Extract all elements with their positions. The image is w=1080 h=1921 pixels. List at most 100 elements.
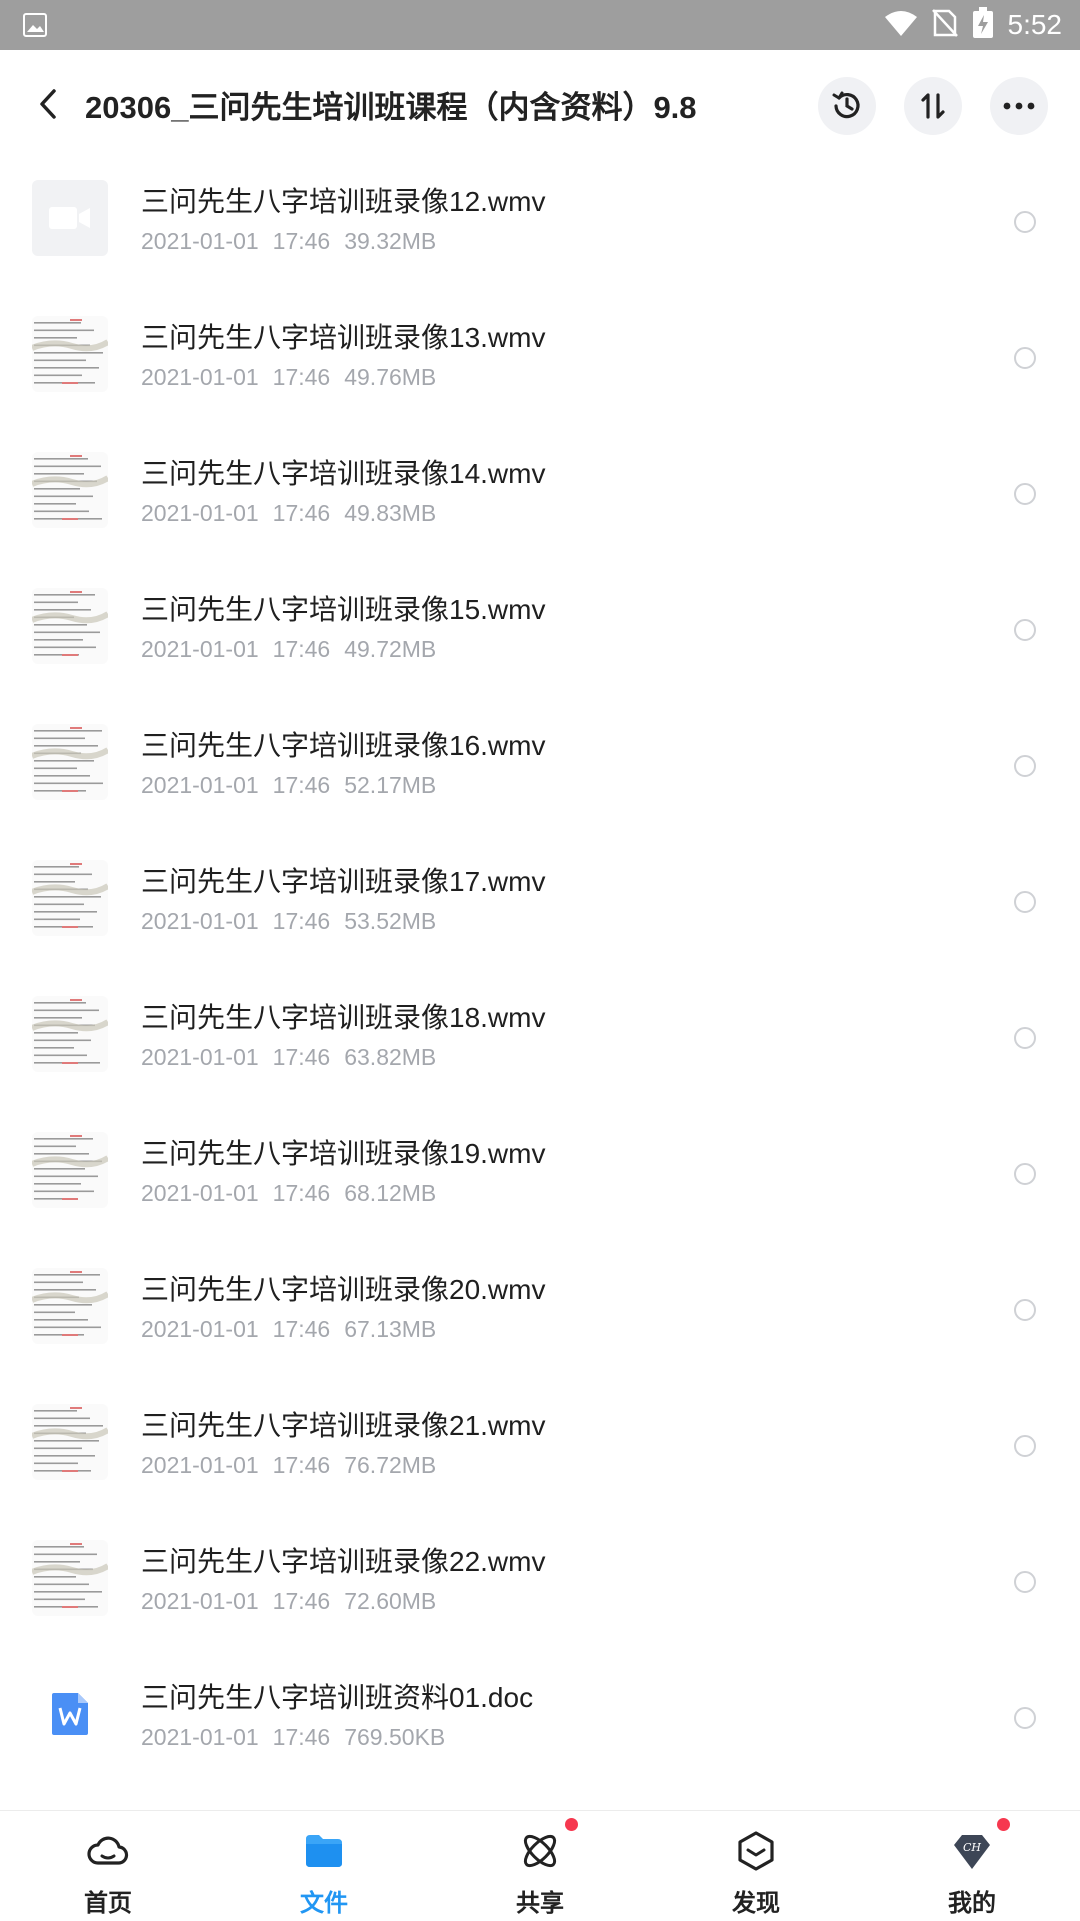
back-button[interactable] [28,80,68,128]
file-meta: 2021-01-01 17:46 52.17MB [141,772,450,799]
file-date: 2021-01-01 [141,500,259,526]
file-date: 2021-01-01 [141,1044,259,1070]
share-atom-icon [523,1834,557,1868]
select-checkbox[interactable] [1014,1163,1036,1185]
document-scan-thumbnail [32,452,108,528]
file-size: 53.52MB [344,908,437,934]
nav-home-label: 首页 [84,1890,132,1917]
file-row[interactable]: 三问先生八字培训班资料01.doc 2021-01-01 17:46 769.50KB [0,1654,1080,1790]
file-row[interactable]: 三问先生八字培训班录像22.wmv 2021-01-01 17:46 72.60MB [0,1518,1080,1654]
file-row[interactable]: 三问先生八字培训班录像21.wmv 2021-01-01 17:46 76.72MB [0,1382,1080,1518]
video-placeholder-icon [32,180,108,256]
share-badge [565,1818,578,1831]
file-date: 2021-01-01 [141,1452,259,1478]
status-bar: 5:52 [0,0,1080,50]
file-name: 三问先生八字培训班录像14.wmv [141,458,546,489]
file-name: 三问先生八字培训班录像21.wmv [141,1410,546,1441]
select-checkbox[interactable] [1014,891,1036,913]
battery-charging-icon [972,6,994,44]
profile-diamond-icon: CH [954,1835,990,1869]
nav-share-label: 共享 [516,1890,564,1917]
file-name: 三问先生八字培训班录像22.wmv [141,1546,546,1577]
sort-button[interactable] [904,77,962,135]
file-row[interactable]: 三问先生八字培训班录像13.wmv 2021-01-01 17:46 49.76MB [0,294,1080,430]
file-size: 769.50KB [344,1724,446,1750]
nav-profile[interactable]: CH 我的 [864,1811,1080,1921]
nav-discover-label: 发现 [732,1890,780,1917]
file-meta: 2021-01-01 17:46 39.32MB [141,228,450,255]
file-size: 49.76MB [344,364,437,390]
document-scan-thumbnail [32,316,108,392]
file-name: 三问先生八字培训班录像13.wmv [141,322,546,353]
file-date: 2021-01-01 [141,1316,259,1342]
file-meta: 2021-01-01 17:46 63.82MB [141,1044,450,1071]
file-row[interactable]: 三问先生八字培训班录像15.wmv 2021-01-01 17:46 49.72MB [0,566,1080,702]
file-name: 三问先生八字培训班录像12.wmv [141,186,546,217]
file-size: 76.72MB [344,1452,437,1478]
select-checkbox[interactable] [1014,1027,1036,1049]
select-checkbox[interactable] [1014,1299,1036,1321]
document-scan-thumbnail [32,588,108,664]
file-size: 67.13MB [344,1316,437,1342]
file-date: 2021-01-01 [141,908,259,934]
file-name: 三问先生八字培训班录像20.wmv [141,1274,546,1305]
select-checkbox[interactable] [1014,755,1036,777]
file-row[interactable]: 三问先生八字培训班录像19.wmv 2021-01-01 17:46 68.12MB [0,1110,1080,1246]
history-button[interactable] [818,77,876,135]
nav-home[interactable]: 首页 [0,1811,216,1921]
nav-discover[interactable]: 发现 [648,1811,864,1921]
discover-box-icon [738,1831,774,1871]
document-scan-thumbnail [32,1540,108,1616]
file-meta: 2021-01-01 17:46 49.83MB [141,500,450,527]
file-row[interactable]: 三问先生八字培训班录像14.wmv 2021-01-01 17:46 49.83MB [0,430,1080,566]
cloud-home-icon [87,1836,129,1865]
file-time: 17:46 [272,908,331,934]
document-scan-thumbnail [32,724,108,800]
file-date: 2021-01-01 [141,364,259,390]
file-time: 17:46 [272,1452,331,1478]
wifi-icon [884,9,918,42]
history-icon [832,91,860,119]
file-time: 17:46 [272,1588,331,1614]
file-date: 2021-01-01 [141,772,259,798]
file-date: 2021-01-01 [141,1588,259,1614]
select-checkbox[interactable] [1014,1571,1036,1593]
file-date: 2021-01-01 [141,228,259,254]
file-time: 17:46 [272,1180,331,1206]
file-name: 三问先生八字培训班录像15.wmv [141,594,546,625]
file-row[interactable]: 三问先生八字培训班录像16.wmv 2021-01-01 17:46 52.17MB [0,702,1080,838]
file-size: 49.83MB [344,500,437,526]
select-checkbox[interactable] [1014,483,1036,505]
file-time: 17:46 [272,1724,331,1750]
nav-profile-label: 我的 [948,1890,996,1917]
file-size: 72.60MB [344,1588,437,1614]
folder-icon [306,1835,342,1867]
more-button[interactable] [990,77,1048,135]
file-meta: 2021-01-01 17:46 49.76MB [141,364,450,391]
file-row[interactable]: 三问先生八字培训班录像20.wmv 2021-01-01 17:46 67.13MB [0,1246,1080,1382]
nav-share[interactable]: 共享 [432,1811,648,1921]
file-meta: 2021-01-01 17:46 72.60MB [141,1588,450,1615]
page-title: 20306_三问先生培训班课程（内含资料）9.8 [85,90,697,125]
sort-icon [921,93,945,119]
select-checkbox[interactable] [1014,619,1036,641]
select-checkbox[interactable] [1014,1435,1036,1457]
document-scan-thumbnail [32,860,108,936]
nav-files-label: 文件 [300,1890,348,1917]
select-checkbox[interactable] [1014,347,1036,369]
file-meta: 2021-01-01 17:46 49.72MB [141,636,450,663]
file-time: 17:46 [272,636,331,662]
app-header: 20306_三问先生培训班课程（内含资料）9.8 [0,50,1080,158]
file-row[interactable]: 三问先生八字培训班录像17.wmv 2021-01-01 17:46 53.52MB [0,838,1080,974]
document-scan-thumbnail [32,1404,108,1480]
file-row[interactable]: 三问先生八字培训班录像18.wmv 2021-01-01 17:46 63.82MB [0,974,1080,1110]
select-checkbox[interactable] [1014,1707,1036,1729]
file-row[interactable]: 三问先生八字培训班录像12.wmv 2021-01-01 17:46 39.32MB [0,158,1080,294]
file-list: 三问先生八字培训班录像12.wmv 2021-01-01 17:46 39.32MB 三… [0,158,1080,1810]
file-time: 17:46 [272,364,331,390]
image-icon [22,12,48,43]
back-arrow-icon [40,89,56,119]
nav-files[interactable]: 文件 [216,1811,432,1921]
select-checkbox[interactable] [1014,211,1036,233]
file-meta: 2021-01-01 17:46 76.72MB [141,1452,450,1479]
